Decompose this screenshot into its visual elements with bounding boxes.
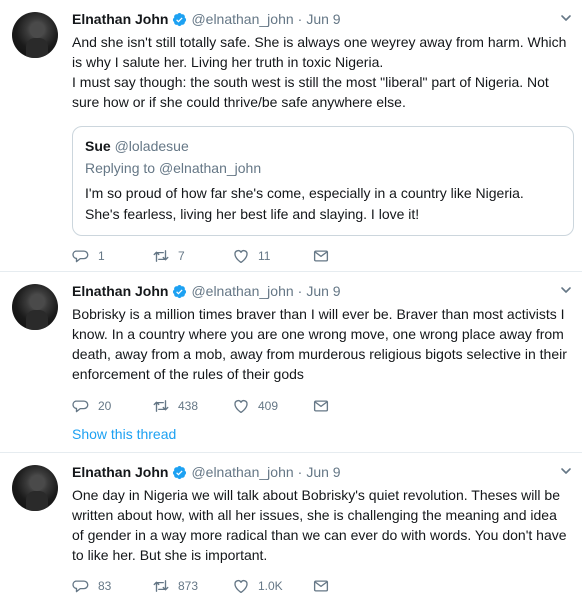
message-button[interactable] — [312, 397, 342, 415]
like-button[interactable]: 409 — [232, 397, 312, 415]
retweet-icon — [152, 247, 170, 265]
author-handle[interactable]: @elnathan_john — [191, 11, 293, 27]
tweet-text-line: I must say though: the south west is sti… — [72, 74, 549, 110]
verified-badge-icon — [172, 12, 187, 27]
separator: · — [297, 464, 303, 480]
avatar[interactable] — [12, 465, 58, 511]
chevron-down-icon[interactable] — [560, 12, 572, 24]
avatar[interactable] — [12, 284, 58, 330]
avatar[interactable] — [12, 12, 58, 58]
verified-badge-icon — [172, 465, 187, 480]
reply-icon — [72, 397, 90, 415]
retweet-button[interactable]: 873 — [152, 577, 232, 595]
tweet-text: One day in Nigeria we will talk about Bo… — [72, 487, 567, 563]
author-handle[interactable]: @elnathan_john — [191, 464, 293, 480]
retweet-icon — [152, 397, 170, 415]
author-name[interactable]: Elnathan John — [72, 464, 168, 480]
tweet-date[interactable]: Jun 9 — [306, 283, 340, 299]
reply-count: 1 — [98, 249, 105, 263]
message-button[interactable] — [312, 247, 342, 265]
reply-button[interactable]: 1 — [72, 247, 152, 265]
verified-badge-icon — [172, 284, 187, 299]
reply-button[interactable]: 20 — [72, 397, 152, 415]
reply-icon — [72, 247, 90, 265]
message-button[interactable] — [312, 577, 342, 595]
tweet-header: Elnathan John @elnathan_john · Jun 9 — [72, 10, 572, 28]
like-count: 409 — [258, 399, 279, 413]
tweet-text-line: And she isn't still totally safe. She is… — [72, 34, 567, 70]
retweet-icon — [152, 577, 170, 595]
chevron-down-icon[interactable] — [560, 284, 572, 296]
tweet-text: Bobrisky is a million times braver than … — [72, 306, 567, 382]
tweet-date[interactable]: Jun 9 — [306, 464, 340, 480]
retweet-count: 873 — [178, 579, 199, 593]
tweet-text: And she isn't still totally safe. She is… — [72, 32, 572, 112]
tweet-header: Elnathan John @elnathan_john · Jun 9 — [72, 282, 572, 300]
quoted-author-handle: @loladesue — [114, 138, 189, 154]
like-icon — [232, 577, 250, 595]
replying-to-handle: @elnathan_john — [158, 160, 262, 176]
quoted-text: I'm so proud of how far she's come, espe… — [85, 185, 524, 222]
reply-count: 83 — [98, 579, 112, 593]
reply-icon — [72, 577, 90, 595]
quoted-author-name: Sue — [85, 138, 111, 154]
quoted-tweet[interactable]: Sue @loladesue Replying to @elnathan_joh… — [72, 126, 574, 236]
like-icon — [232, 397, 250, 415]
like-button[interactable]: 11 — [232, 247, 312, 265]
author-name[interactable]: Elnathan John — [72, 11, 168, 27]
replying-to-label: Replying to — [85, 160, 159, 176]
tweet[interactable]: Elnathan John @elnathan_john · Jun 9 Bob… — [0, 272, 582, 453]
message-icon — [312, 577, 330, 595]
tweet-actions: 20 438 409 — [72, 396, 342, 416]
retweet-count: 438 — [178, 399, 199, 413]
replying-to: Replying to @elnathan_john — [85, 159, 561, 177]
like-button[interactable]: 1.0K — [232, 577, 312, 595]
tweet-date[interactable]: Jun 9 — [306, 11, 340, 27]
retweet-button[interactable]: 7 — [152, 247, 232, 265]
retweet-button[interactable]: 438 — [152, 397, 232, 415]
message-icon — [312, 397, 330, 415]
message-icon — [312, 247, 330, 265]
tweet[interactable]: Elnathan John @elnathan_john · Jun 9 And… — [0, 0, 582, 272]
author-handle[interactable]: @elnathan_john — [191, 283, 293, 299]
like-icon — [232, 247, 250, 265]
tweet-actions: 83 873 1.0K — [72, 576, 342, 596]
separator: · — [297, 11, 303, 27]
show-thread-link[interactable]: Show this thread — [72, 426, 176, 442]
tweet-actions: 1 7 11 — [72, 246, 342, 266]
separator: · — [297, 283, 303, 299]
like-count: 1.0K — [258, 579, 283, 593]
author-name[interactable]: Elnathan John — [72, 283, 168, 299]
tweet-header: Elnathan John @elnathan_john · Jun 9 — [72, 463, 572, 481]
reply-count: 20 — [98, 399, 112, 413]
reply-button[interactable]: 83 — [72, 577, 152, 595]
chevron-down-icon[interactable] — [560, 465, 572, 477]
tweet[interactable]: Elnathan John @elnathan_john · Jun 9 One… — [0, 453, 582, 602]
retweet-count: 7 — [178, 249, 185, 263]
like-count: 11 — [258, 249, 271, 263]
